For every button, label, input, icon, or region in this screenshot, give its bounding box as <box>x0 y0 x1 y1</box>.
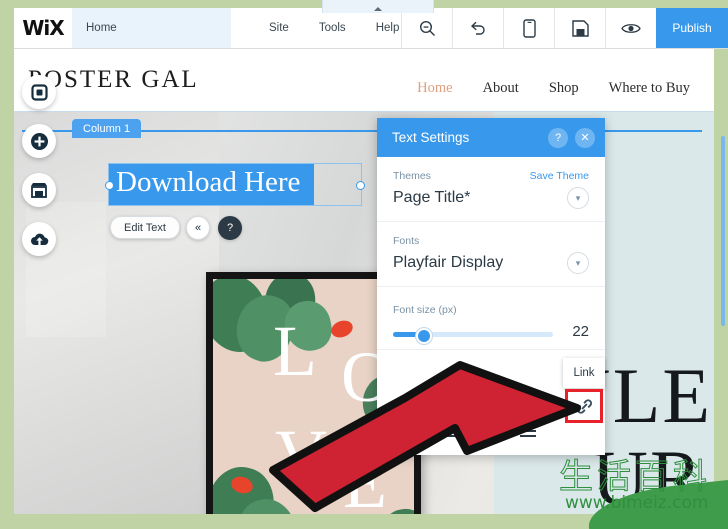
undo-button[interactable] <box>452 8 503 48</box>
close-icon[interactable]: ✕ <box>575 127 595 148</box>
red-arrow-annotation <box>269 361 581 512</box>
cloud-upload-icon <box>30 233 48 246</box>
publish-button[interactable]: Publish <box>656 8 728 48</box>
site-header: POSTER GAL Home About Shop Where to Buy <box>14 48 714 112</box>
home-tab[interactable]: Home <box>72 8 231 48</box>
screenshot-root: POSTER GAL Home About Shop Where to Buy … <box>0 0 728 529</box>
toolbar-icons[interactable] <box>401 8 656 48</box>
chevron-down-icon[interactable]: ▾ <box>567 252 589 274</box>
themes-label: Themes <box>393 170 431 182</box>
add-button[interactable] <box>22 124 56 158</box>
themes-section: Themes Save Theme Page Title* ▾ <box>377 157 605 222</box>
resize-handle-right[interactable] <box>356 181 365 190</box>
font-value: Playfair Display <box>393 254 504 271</box>
question-mark-icon[interactable]: ? <box>218 216 242 240</box>
preview-eye-icon <box>621 23 641 33</box>
column-tab-label[interactable]: Column 1 <box>72 119 142 138</box>
chevrons-left-icon[interactable]: « <box>186 216 210 240</box>
menu-help[interactable]: Help <box>376 22 400 34</box>
store-icon <box>31 182 47 198</box>
chevron-down-icon[interactable]: ▾ <box>567 187 589 209</box>
panel-header: Text Settings ? ✕ <box>377 118 605 157</box>
mobile-view-button[interactable] <box>503 8 554 48</box>
save-theme-link[interactable]: Save Theme <box>530 170 589 182</box>
font-size-section: Font size (px) 22 <box>377 287 605 350</box>
wix-logo[interactable]: WiX <box>14 8 72 48</box>
chevron-up-icon <box>374 7 382 11</box>
selected-text: Download Here <box>116 166 301 198</box>
theme-value: Page Title* <box>393 189 471 206</box>
pages-button[interactable] <box>22 75 56 109</box>
edit-text-button[interactable]: Edit Text <box>110 216 180 239</box>
zoom-out-button[interactable] <box>401 8 452 48</box>
store-button[interactable] <box>22 173 56 207</box>
preview-button[interactable] <box>605 8 656 48</box>
watermark: 生活百科 www.bimeiz.com <box>553 443 728 529</box>
plus-circle-icon <box>30 132 48 150</box>
watermark-url: www.bimeiz.com <box>565 493 709 513</box>
watermark-chinese-text: 生活百科 <box>559 457 711 498</box>
save-button[interactable] <box>554 8 605 48</box>
undo-icon <box>470 21 485 35</box>
app-market-button[interactable] <box>22 222 56 256</box>
font-size-slider[interactable] <box>393 328 553 344</box>
panel-title: Text Settings <box>392 130 470 145</box>
save-icon <box>571 19 589 37</box>
slider-knob[interactable] <box>416 328 432 344</box>
fonts-section: Fonts Playfair Display ▾ <box>377 222 605 287</box>
nav-item-home[interactable]: Home <box>417 80 452 97</box>
site-nav[interactable]: Home About Shop Where to Buy <box>417 80 690 97</box>
font-size-label: Font size (px) <box>393 304 457 316</box>
editor-toolbar: WiX Home Site Tools Help Publish <box>14 8 728 49</box>
pages-icon <box>30 83 48 101</box>
nav-item-where-to-buy[interactable]: Where to Buy <box>609 80 690 97</box>
question-mark-icon[interactable]: ? <box>548 127 568 148</box>
menu-tools[interactable]: Tools <box>319 22 346 34</box>
text-selection-box[interactable]: Download Here <box>105 163 365 206</box>
menu-site[interactable]: Site <box>269 22 289 34</box>
nav-item-shop[interactable]: Shop <box>549 80 579 97</box>
nav-item-about[interactable]: About <box>483 80 519 97</box>
mobile-icon <box>522 18 536 38</box>
zoom-out-icon <box>419 20 435 36</box>
menu-group[interactable]: Site Tools Help <box>231 8 401 48</box>
panel-scrollbar[interactable] <box>721 136 725 326</box>
editor-tab-handle[interactable] <box>322 0 434 13</box>
font-size-value: 22 <box>572 323 589 340</box>
resize-handle-left[interactable] <box>105 181 114 190</box>
fonts-label: Fonts <box>393 235 420 247</box>
